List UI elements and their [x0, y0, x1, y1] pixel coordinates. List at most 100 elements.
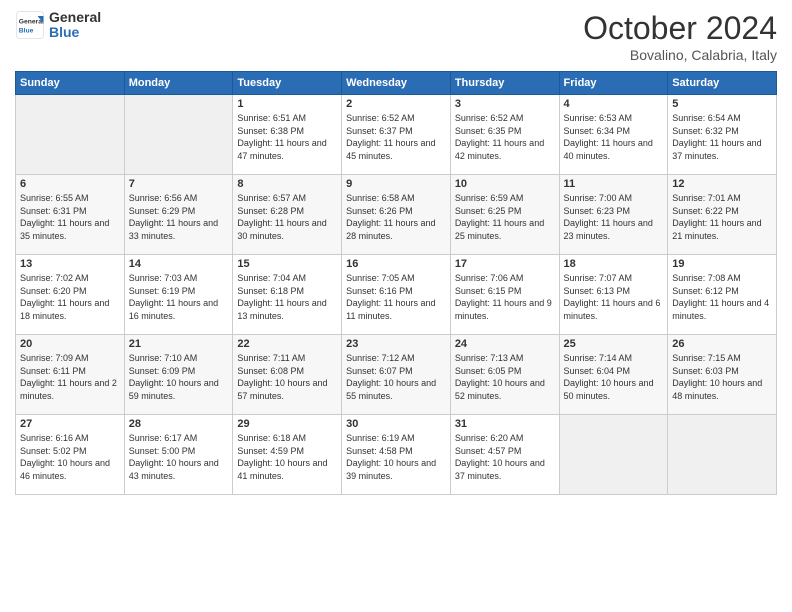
week-row-1: 1 Sunrise: 6:51 AM Sunset: 6:38 PM Daylig…: [16, 95, 777, 175]
title-block: October 2024 Bovalino, Calabria, Italy: [583, 10, 777, 63]
day-info: Sunrise: 6:55 AM Sunset: 6:31 PM Dayligh…: [20, 192, 120, 242]
day-number: 9: [346, 178, 446, 190]
week-row-2: 6 Sunrise: 6:55 AM Sunset: 6:31 PM Daylig…: [16, 175, 777, 255]
calendar-cell: 7Sunrise: 6:56 AM Sunset: 6:29 PM Daylig…: [124, 175, 233, 255]
header: General Blue General Blue October 2024 B…: [15, 10, 777, 63]
week-row-4: 20 Sunrise: 7:09 AM Sunset: 6:11 PM Dayli…: [16, 335, 777, 415]
col-thursday: Thursday: [450, 72, 559, 95]
calendar-cell: 3Sunrise: 6:52 AM Sunset: 6:35 PM Daylig…: [450, 95, 559, 175]
day-number: 21: [129, 338, 229, 350]
day-number: 15: [237, 258, 337, 270]
calendar-cell: 1 Sunrise: 6:51 AM Sunset: 6:38 PM Daylig…: [233, 95, 342, 175]
month-title: October 2024: [583, 10, 777, 47]
day-info: Sunrise: 7:13 AM Sunset: 6:05 PM Dayligh…: [455, 352, 555, 402]
day-info: Sunrise: 6:56 AM Sunset: 6:29 PM Dayligh…: [129, 192, 229, 242]
calendar-header: Sunday Monday Tuesday Wednesday Thursday…: [16, 72, 777, 95]
calendar-cell: 16 Sunrise: 7:05 AM Sunset: 6:16 PM Dayli…: [342, 255, 451, 335]
day-number: 24: [455, 338, 555, 350]
calendar-cell: 22 Sunrise: 7:11 AM Sunset: 6:08 PM Dayli…: [233, 335, 342, 415]
day-info: Sunrise: 7:11 AM Sunset: 6:08 PM Dayligh…: [237, 352, 337, 402]
calendar-cell: 14 Sunrise: 7:03 AM Sunset: 6:19 PM Dayli…: [124, 255, 233, 335]
day-info: Sunrise: 7:05 AM Sunset: 6:16 PM Dayligh…: [346, 272, 446, 322]
day-info: Sunrise: 6:19 AM Sunset: 4:58 PM Dayligh…: [346, 432, 446, 482]
day-number: 23: [346, 338, 446, 350]
calendar-cell: 20 Sunrise: 7:09 AM Sunset: 6:11 PM Dayli…: [16, 335, 125, 415]
col-monday: Monday: [124, 72, 233, 95]
day-info: Sunrise: 7:09 AM Sunset: 6:11 PM Dayligh…: [20, 352, 120, 402]
calendar-cell: 23 Sunrise: 7:12 AM Sunset: 6:07 PM Dayli…: [342, 335, 451, 415]
logo-general: General: [49, 10, 101, 25]
day-number: 5: [672, 98, 772, 110]
svg-text:Blue: Blue: [19, 28, 34, 35]
day-info: Sunrise: 6:18 AM Sunset: 4:59 PM Dayligh…: [237, 432, 337, 482]
svg-text:General: General: [19, 19, 44, 26]
day-number: 25: [564, 338, 664, 350]
calendar-cell: 27 Sunrise: 6:16 AM Sunset: 5:02 PM Dayli…: [16, 415, 125, 495]
calendar-cell: [124, 95, 233, 175]
calendar-cell: 9Sunrise: 6:58 AM Sunset: 6:26 PM Daylig…: [342, 175, 451, 255]
day-number: 19: [672, 258, 772, 270]
day-number: 6: [20, 178, 120, 190]
day-info: Sunrise: 7:15 AM Sunset: 6:03 PM Dayligh…: [672, 352, 772, 402]
day-number: 3: [455, 98, 555, 110]
calendar-cell: 25 Sunrise: 7:14 AM Sunset: 6:04 PM Dayli…: [559, 335, 668, 415]
calendar-cell: 4Sunrise: 6:53 AM Sunset: 6:34 PM Daylig…: [559, 95, 668, 175]
calendar-cell: [668, 415, 777, 495]
day-info: Sunrise: 7:12 AM Sunset: 6:07 PM Dayligh…: [346, 352, 446, 402]
day-number: 2: [346, 98, 446, 110]
calendar-body: 1 Sunrise: 6:51 AM Sunset: 6:38 PM Daylig…: [16, 95, 777, 495]
day-info: Sunrise: 6:51 AM Sunset: 6:38 PM Dayligh…: [237, 112, 337, 162]
day-number: 26: [672, 338, 772, 350]
logo-blue: Blue: [49, 25, 101, 40]
calendar-cell: 12Sunrise: 7:01 AM Sunset: 6:22 PM Dayli…: [668, 175, 777, 255]
logo-text: General Blue: [49, 10, 101, 41]
day-info: Sunrise: 7:03 AM Sunset: 6:19 PM Dayligh…: [129, 272, 229, 322]
day-info: Sunrise: 7:07 AM Sunset: 6:13 PM Dayligh…: [564, 272, 664, 322]
logo: General Blue General Blue: [15, 10, 101, 41]
day-info: Sunrise: 6:54 AM Sunset: 6:32 PM Dayligh…: [672, 112, 772, 162]
calendar-cell: 17Sunrise: 7:06 AM Sunset: 6:15 PM Dayli…: [450, 255, 559, 335]
calendar-cell: 11 Sunrise: 7:00 AM Sunset: 6:23 PM Dayli…: [559, 175, 668, 255]
day-info: Sunrise: 6:52 AM Sunset: 6:37 PM Dayligh…: [346, 112, 446, 162]
day-number: 30: [346, 418, 446, 430]
calendar-cell: 18 Sunrise: 7:07 AM Sunset: 6:13 PM Dayli…: [559, 255, 668, 335]
day-number: 14: [129, 258, 229, 270]
day-number: 13: [20, 258, 120, 270]
day-number: 22: [237, 338, 337, 350]
logo-icon: General Blue: [15, 10, 45, 40]
week-row-3: 13Sunrise: 7:02 AM Sunset: 6:20 PM Dayli…: [16, 255, 777, 335]
subtitle: Bovalino, Calabria, Italy: [583, 47, 777, 63]
calendar-cell: 30 Sunrise: 6:19 AM Sunset: 4:58 PM Dayli…: [342, 415, 451, 495]
day-number: 11: [564, 178, 664, 190]
calendar-cell: 6 Sunrise: 6:55 AM Sunset: 6:31 PM Daylig…: [16, 175, 125, 255]
day-number: 16: [346, 258, 446, 270]
day-number: 20: [20, 338, 120, 350]
day-number: 18: [564, 258, 664, 270]
day-number: 31: [455, 418, 555, 430]
calendar-cell: 26 Sunrise: 7:15 AM Sunset: 6:03 PM Dayli…: [668, 335, 777, 415]
day-number: 29: [237, 418, 337, 430]
day-info: Sunrise: 7:08 AM Sunset: 6:12 PM Dayligh…: [672, 272, 772, 322]
day-number: 1: [237, 98, 337, 110]
day-number: 12: [672, 178, 772, 190]
day-info: Sunrise: 7:06 AM Sunset: 6:15 PM Dayligh…: [455, 272, 555, 322]
day-info: Sunrise: 7:14 AM Sunset: 6:04 PM Dayligh…: [564, 352, 664, 402]
day-info: Sunrise: 6:16 AM Sunset: 5:02 PM Dayligh…: [20, 432, 120, 482]
day-number: 27: [20, 418, 120, 430]
col-saturday: Saturday: [668, 72, 777, 95]
calendar-cell: 10Sunrise: 6:59 AM Sunset: 6:25 PM Dayli…: [450, 175, 559, 255]
day-info: Sunrise: 6:59 AM Sunset: 6:25 PM Dayligh…: [455, 192, 555, 242]
calendar-cell: 2 Sunrise: 6:52 AM Sunset: 6:37 PM Daylig…: [342, 95, 451, 175]
calendar-cell: 31Sunrise: 6:20 AM Sunset: 4:57 PM Dayli…: [450, 415, 559, 495]
day-info: Sunrise: 7:00 AM Sunset: 6:23 PM Dayligh…: [564, 192, 664, 242]
day-info: Sunrise: 6:57 AM Sunset: 6:28 PM Dayligh…: [237, 192, 337, 242]
col-tuesday: Tuesday: [233, 72, 342, 95]
calendar-cell: 15Sunrise: 7:04 AM Sunset: 6:18 PM Dayli…: [233, 255, 342, 335]
calendar-cell: 24 Sunrise: 7:13 AM Sunset: 6:05 PM Dayli…: [450, 335, 559, 415]
col-wednesday: Wednesday: [342, 72, 451, 95]
day-number: 4: [564, 98, 664, 110]
calendar-cell: [16, 95, 125, 175]
day-number: 28: [129, 418, 229, 430]
calendar-cell: 19 Sunrise: 7:08 AM Sunset: 6:12 PM Dayli…: [668, 255, 777, 335]
calendar-cell: 29 Sunrise: 6:18 AM Sunset: 4:59 PM Dayli…: [233, 415, 342, 495]
